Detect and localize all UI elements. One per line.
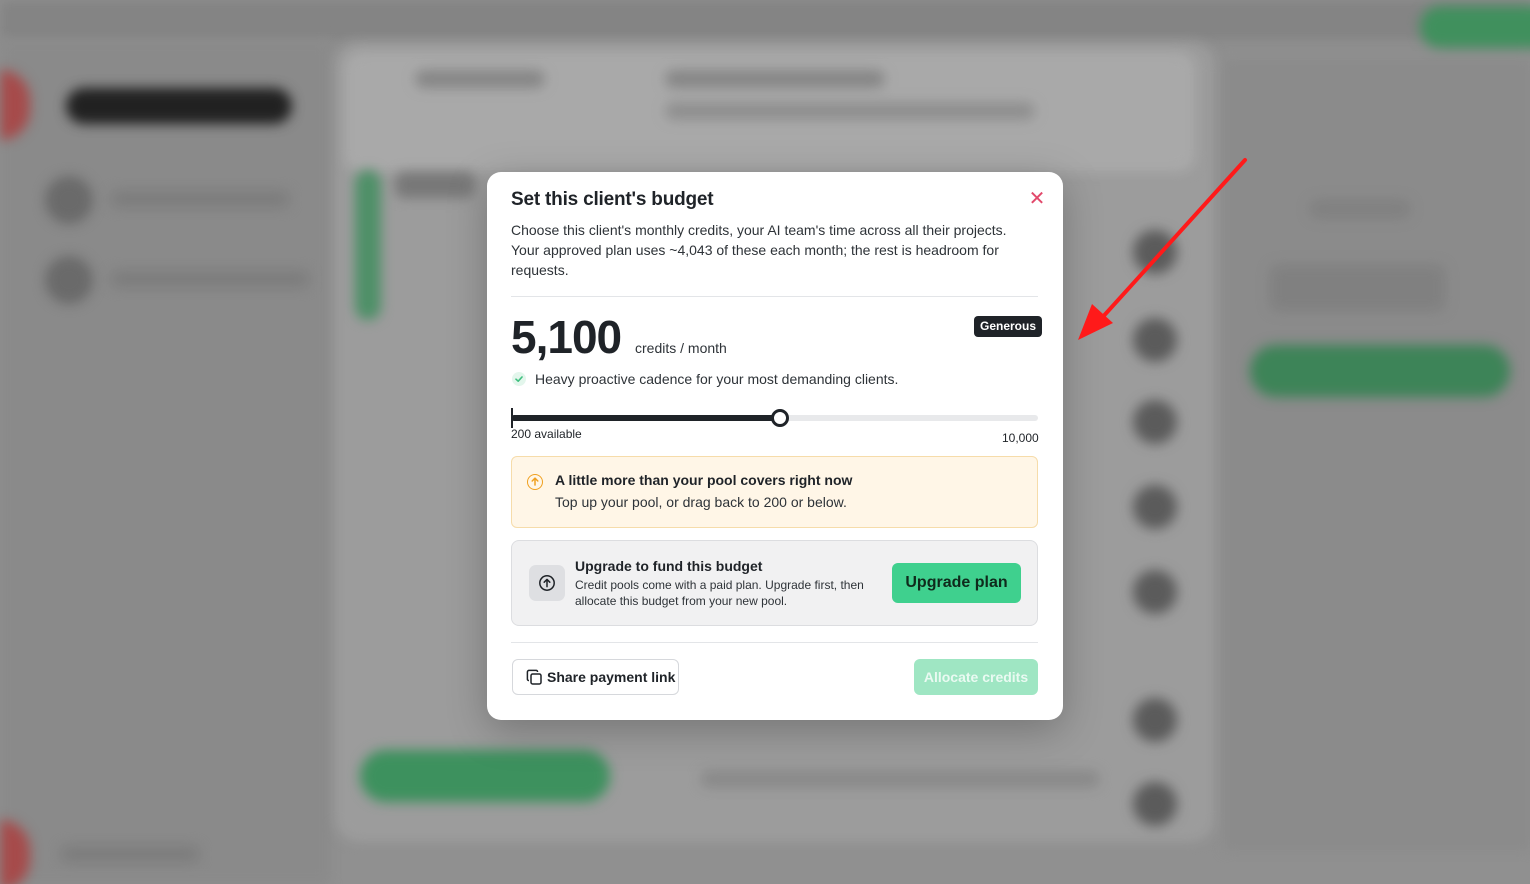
warning-title: A little more than your pool covers righ… xyxy=(555,472,853,488)
tier-description: Heavy proactive cadence for your most de… xyxy=(535,371,899,387)
check-icon xyxy=(512,372,526,386)
slider-thumb[interactable] xyxy=(771,409,789,427)
warning-text: Top up your pool, or drag back to 200 or… xyxy=(555,494,847,510)
tier-badge: Generous xyxy=(974,316,1043,337)
slider-fill xyxy=(511,415,780,421)
upgrade-title: Upgrade to fund this budget xyxy=(575,558,763,574)
share-payment-link-button[interactable]: Share payment link xyxy=(512,659,679,695)
copy-icon xyxy=(526,669,543,689)
slider-available-marker xyxy=(511,408,513,428)
close-button[interactable]: ✕ xyxy=(1025,186,1049,210)
credits-slider[interactable] xyxy=(511,408,1038,428)
divider xyxy=(511,296,1038,297)
budget-modal: Set this client's budget ✕ Choose this c… xyxy=(487,172,1063,720)
pool-warning: A little more than your pool covers righ… xyxy=(511,456,1038,528)
slider-max-label: 10,000 xyxy=(1002,431,1039,445)
modal-title: Set this client's budget xyxy=(511,189,714,210)
upgrade-text: Credit pools come with a paid plan. Upgr… xyxy=(575,578,864,608)
credits-unit: credits / month xyxy=(635,340,727,356)
modal-description: Choose this client's monthly credits, yo… xyxy=(511,222,1007,278)
upgrade-plan-button[interactable]: Upgrade plan xyxy=(892,563,1021,603)
slider-min-label: 200 available xyxy=(511,427,582,441)
allocate-credits-button[interactable]: Allocate credits xyxy=(914,659,1038,695)
share-payment-link-label: Share payment link xyxy=(547,669,676,685)
arrow-up-circle-icon xyxy=(529,565,565,601)
close-icon: ✕ xyxy=(1028,186,1046,210)
divider xyxy=(511,642,1038,643)
credits-amount: 5,100 xyxy=(511,311,622,363)
upgrade-panel: Upgrade to fund this budget Credit pools… xyxy=(511,540,1038,626)
arrow-up-circle-icon xyxy=(527,474,543,490)
